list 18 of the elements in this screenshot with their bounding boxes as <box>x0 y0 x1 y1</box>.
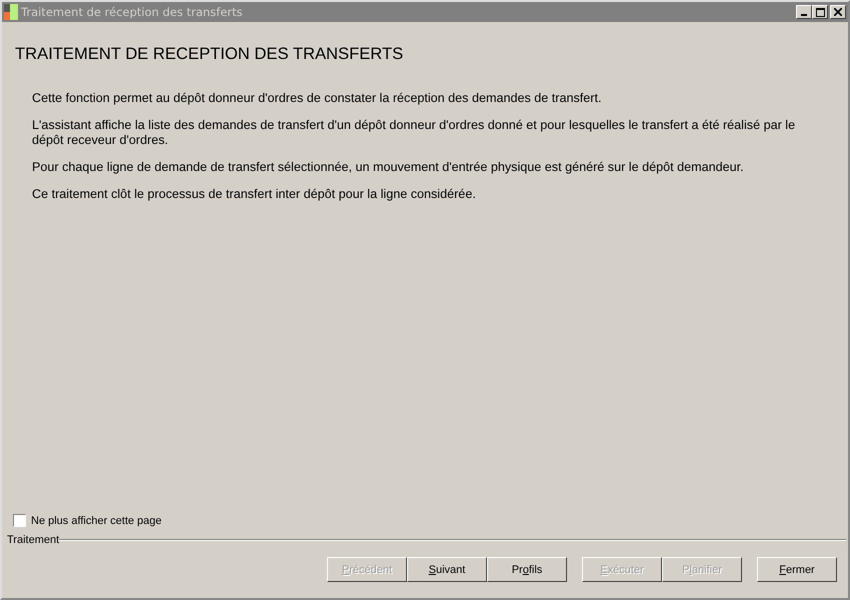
description-paragraph: Cette fonction permet au dépôt donneur d'ordres de constater la réception des demandes de transfert. <box>32 91 602 106</box>
description-paragraph: Ce traitement clôt le processus de transfert inter dépôt pour la ligne considérée. <box>32 187 477 202</box>
close-icon <box>834 8 842 16</box>
wizard-button[interactable]: Fermer <box>757 557 837 582</box>
maximize-button[interactable] <box>812 5 828 19</box>
wizard-button[interactable]: Profils <box>487 557 567 582</box>
close-button[interactable] <box>830 5 846 19</box>
app-icon <box>4 4 18 20</box>
description-paragraph: L'assistant affiche la liste des demandes de transfert d'un dépôt donneur d'ordres donné et pour lesquelles le transfert a été réalisé par le dépôt receveur d'ordres. <box>32 118 796 148</box>
window-title: Traitement de réception des transferts <box>21 5 244 19</box>
wizard-button[interactable]: Suivant <box>407 557 487 582</box>
maximize-icon <box>816 8 824 16</box>
page-heading: TRAITEMENT DE RECEPTION DES TRANSFERTS <box>15 44 404 64</box>
description-paragraph: Pour chaque ligne de demande de transfert sélectionnée, un mouvement d'entrée physique est généré sur le dépôt demandeur. <box>32 160 745 175</box>
checkbox[interactable] <box>13 514 26 527</box>
checkbox-label: Ne plus afficher cette page <box>31 514 162 526</box>
group-label: Traitement <box>7 534 60 546</box>
minimize-button[interactable] <box>796 5 812 19</box>
